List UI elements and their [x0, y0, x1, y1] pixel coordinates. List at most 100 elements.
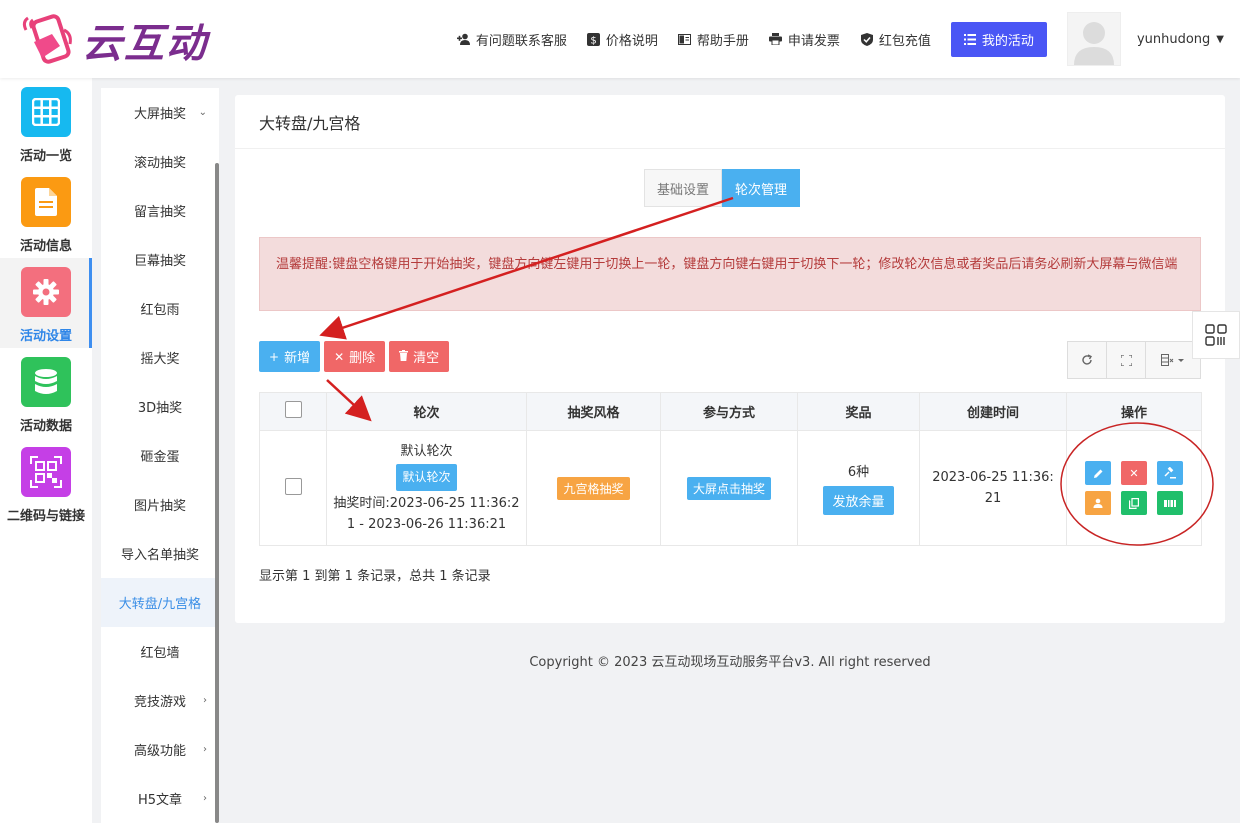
- round-cell: 默认轮次 默认轮次 抽奖时间:2023-06-25 11:36:21 - 202…: [326, 430, 527, 546]
- delete-row-icon[interactable]: ✕: [1121, 461, 1147, 485]
- submenu-scroll-lottery[interactable]: 滚动抽奖: [101, 137, 219, 186]
- column-header-round[interactable]: 轮次: [326, 392, 527, 431]
- submenu-advanced-features[interactable]: 高级功能 ›: [101, 725, 219, 774]
- submenu-label: 大屏抽奖: [133, 107, 186, 122]
- mode-cell: 大屏点击抽奖: [660, 430, 798, 546]
- sidebar-label: 活动数据: [19, 419, 72, 434]
- sidebar-label: 活动信息: [19, 239, 72, 254]
- select-all-cell: [259, 392, 327, 431]
- column-header-created[interactable]: 创建时间: [919, 392, 1067, 431]
- copy-icon[interactable]: [1121, 491, 1147, 515]
- submenu-label: 图片抽奖: [133, 499, 186, 514]
- gavel-icon[interactable]: [1157, 461, 1183, 485]
- submenu-label: 红包雨: [140, 303, 180, 318]
- edit-icon[interactable]: [1085, 461, 1111, 485]
- submenu-golden-egg[interactable]: 砸金蛋: [101, 431, 219, 480]
- rounds-table: 轮次 抽奖风格 参与方式 奖品 创建时间 操作 默认轮次 默认轮次 抽奖时间:2…: [259, 392, 1202, 546]
- delete-button[interactable]: ✕ 删除: [324, 341, 386, 372]
- my-activity-label: 我的活动: [981, 33, 1034, 49]
- row-actions: ✕: [1067, 461, 1201, 515]
- submenu-label: 留言抽奖: [133, 205, 186, 220]
- submenu-label: 摇大奖: [140, 352, 180, 367]
- sidebar-label: 活动一览: [19, 149, 72, 164]
- submenu-scrollbar[interactable]: [215, 163, 219, 823]
- nav-contact-support[interactable]: 有问题联系客服: [456, 30, 567, 49]
- caret-down-icon: ▼: [1216, 33, 1224, 45]
- tab-round-management[interactable]: 轮次管理: [722, 169, 801, 207]
- submenu-shake-prize[interactable]: 摇大奖: [101, 333, 219, 382]
- nav-invoice[interactable]: 申请发票: [769, 30, 840, 49]
- submenu-red-packet-rain[interactable]: 红包雨: [101, 284, 219, 333]
- sidebar-label: 活动设置: [19, 329, 72, 344]
- book-icon: [678, 32, 692, 46]
- submenu-giant-screen-lottery[interactable]: 巨幕抽奖: [101, 235, 219, 284]
- submenu-big-screen-lottery[interactable]: 大屏抽奖 ⌄: [101, 88, 219, 137]
- printer-icon: [769, 32, 783, 46]
- barcode-icon[interactable]: [1157, 491, 1183, 515]
- sidebar-item-activity-info[interactable]: 活动信息: [0, 168, 92, 258]
- clear-button[interactable]: 清空: [389, 341, 450, 372]
- actions-cell: ✕: [1066, 430, 1202, 546]
- phone-logo-icon: [20, 12, 78, 68]
- pagination-summary: 显示第 1 到第 1 条记录，总共 1 条记录: [259, 569, 491, 584]
- row-select-cell: [259, 430, 327, 546]
- submenu-3d-lottery[interactable]: 3D抽奖: [101, 382, 219, 431]
- fullscreen-icon[interactable]: [1107, 342, 1146, 378]
- plus-icon: +: [269, 349, 280, 364]
- style-badge: 九宫格抽奖: [557, 476, 630, 500]
- chevron-down-icon: ⌄: [198, 107, 207, 118]
- nav-label: 申请发票: [787, 33, 840, 49]
- tab-basic-settings[interactable]: 基础设置: [644, 169, 723, 207]
- submenu-red-packet-wall[interactable]: 红包墙: [101, 627, 219, 676]
- warning-alert: 温馨提醒:键盘空格键用于开始抽奖，键盘方向键左键用于切换上一轮，键盘方向键右键用…: [259, 237, 1201, 311]
- app-logo[interactable]: 云互动: [20, 10, 230, 70]
- nav-help-manual[interactable]: 帮助手册: [678, 30, 749, 49]
- document-icon: [21, 177, 71, 227]
- sidebar-item-activity-settings[interactable]: 活动设置: [0, 258, 92, 348]
- select-all-checkbox[interactable]: [284, 401, 302, 418]
- user-menu[interactable]: yunhudong ▼: [1137, 32, 1224, 47]
- default-round-badge: 默认轮次: [396, 464, 457, 491]
- column-header-mode[interactable]: 参与方式: [660, 392, 798, 431]
- top-nav: 有问题联系客服 $ 价格说明 帮助手册 申请发票 红包充值 我的活动 yunhu…: [456, 0, 1240, 78]
- gear-icon: [21, 267, 71, 317]
- submenu-label: H5文章: [137, 793, 183, 808]
- submenu-label: 竞技游戏: [133, 695, 186, 710]
- distribute-remaining-button[interactable]: 发放余量: [823, 486, 894, 515]
- refresh-icon[interactable]: [1068, 342, 1107, 378]
- submenu-label: 红包墙: [140, 646, 180, 661]
- nav-redpacket-recharge[interactable]: 红包充值: [860, 30, 931, 49]
- add-label: 新增: [284, 351, 311, 366]
- row-checkbox[interactable]: [284, 477, 302, 495]
- submenu-competitive-games[interactable]: 竞技游戏 ›: [101, 676, 219, 725]
- created-cell: 2023-06-25 11:36:21: [919, 430, 1067, 546]
- page-title: 大转盘/九宫格: [235, 95, 1225, 149]
- my-activity-button[interactable]: 我的活动: [950, 21, 1047, 57]
- table-tools: [1067, 341, 1201, 379]
- add-button[interactable]: + 新增: [259, 341, 321, 372]
- avatar[interactable]: [1066, 12, 1121, 66]
- sidebar-item-activity-data[interactable]: 活动数据: [0, 348, 92, 438]
- submenu-image-lottery[interactable]: 图片抽奖: [101, 480, 219, 529]
- sidebar-item-activity-overview[interactable]: 活动一览: [0, 78, 92, 168]
- dollar-icon: $: [587, 32, 601, 46]
- floating-qrcode-icon[interactable]: [1192, 311, 1240, 359]
- submenu-message-lottery[interactable]: 留言抽奖: [101, 186, 219, 235]
- column-header-style[interactable]: 抽奖风格: [526, 392, 661, 431]
- sidebar-item-qrcode-links[interactable]: 二维码与链接: [0, 438, 92, 528]
- nav-pricing[interactable]: $ 价格说明: [587, 30, 658, 49]
- nav-label: 有问题联系客服: [475, 33, 567, 49]
- user-icon[interactable]: [1085, 491, 1111, 515]
- column-header-prize[interactable]: 奖品: [797, 392, 920, 431]
- submenu-label: 导入名单抽奖: [120, 548, 199, 563]
- sub-menu: 大屏抽奖 ⌄ 滚动抽奖 留言抽奖 巨幕抽奖 红包雨 摇大奖 3D抽奖 砸金蛋 图片…: [101, 88, 219, 823]
- submenu-import-list-lottery[interactable]: 导入名单抽奖: [101, 529, 219, 578]
- submenu-h5-articles[interactable]: H5文章 ›: [101, 774, 219, 823]
- settings-tabs: 基础设置 轮次管理: [644, 169, 801, 207]
- chevron-right-icon: ›: [203, 695, 207, 706]
- nav-label: 红包充值: [878, 33, 931, 49]
- round-time: 抽奖时间:2023-06-25 11:36:21 - 2023-06-26 11…: [333, 496, 520, 532]
- footer-copyright: Copyright © 2023 云互动现场互动服务平台v3. All righ…: [529, 655, 931, 670]
- submenu-wheel-grid[interactable]: 大转盘/九宫格: [101, 578, 219, 627]
- round-name: 默认轮次: [400, 444, 453, 459]
